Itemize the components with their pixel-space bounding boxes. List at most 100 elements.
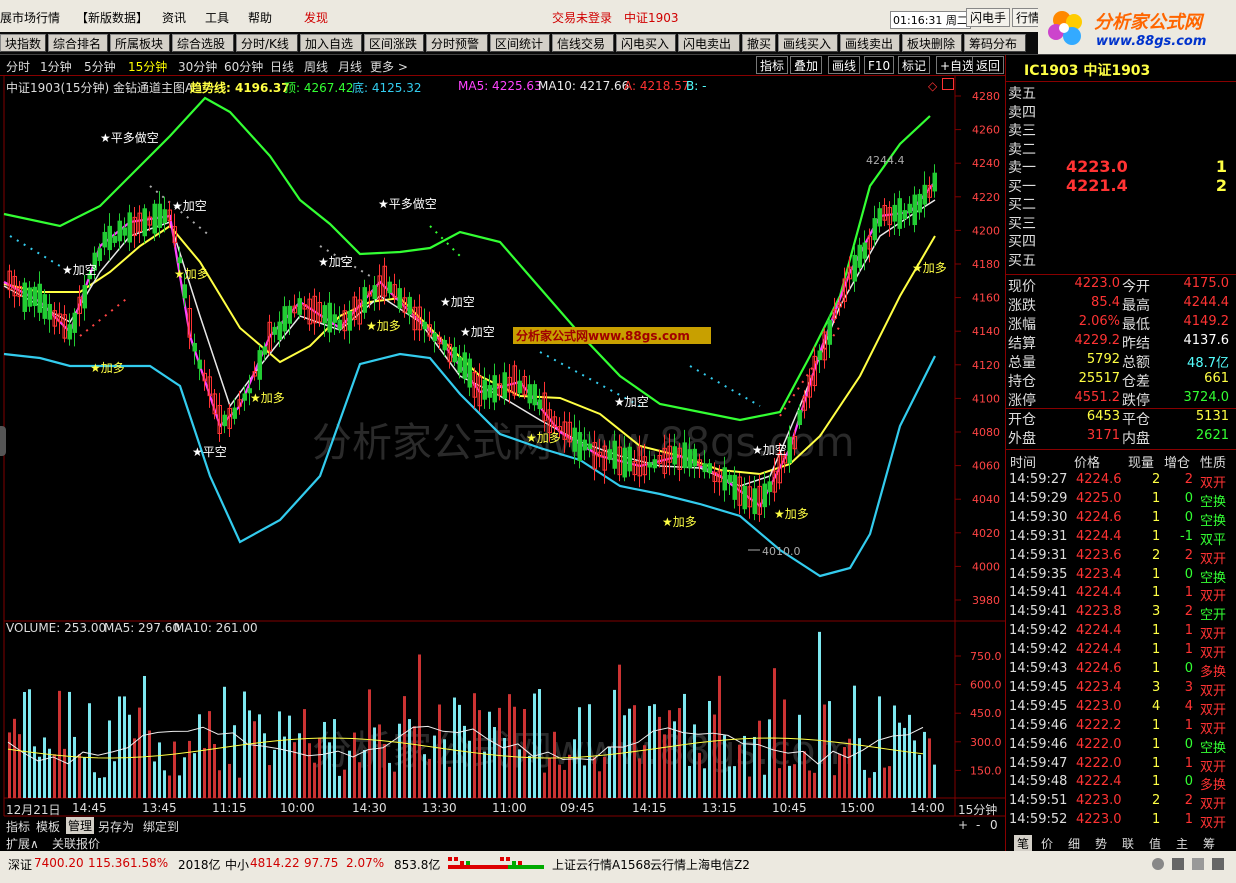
menu-discover[interactable]: 发现 — [304, 9, 328, 26]
tb-add-favorite[interactable]: 加入自选 — [300, 34, 362, 52]
period-tab-5m[interactable]: 5分钟 — [84, 58, 116, 75]
tb-range-change[interactable]: 区间涨跌 — [364, 34, 424, 52]
volume-bar — [458, 704, 461, 798]
order-book-row[interactable]: 卖二 — [1006, 139, 1236, 158]
login-status[interactable]: 交易未登录 — [552, 9, 612, 26]
volume-bar — [418, 654, 421, 798]
order-book-row[interactable]: 卖五 — [1006, 83, 1236, 102]
related-quote-tab[interactable]: 关联报价 — [52, 835, 100, 852]
tb-draw-sell[interactable]: 画线卖出 — [840, 34, 900, 52]
quote-panel-tab[interactable]: 联 — [1122, 835, 1134, 852]
menu-market[interactable]: 展市场行情 — [0, 9, 60, 26]
period-tab-15m[interactable]: 15分钟 — [128, 58, 167, 75]
period-tab-week[interactable]: 周线 — [304, 58, 328, 75]
tab-bind-to[interactable]: 绑定到 — [143, 818, 179, 835]
quote-panel-tab[interactable]: 筹 — [1203, 835, 1215, 852]
order-book-row[interactable]: 卖一 4223.0 1 — [1006, 157, 1236, 176]
trade-list[interactable]: 14:59:27 4224.6 2 2 双开 14:59:29 4225.0 1 0 空换 14:5… — [1006, 472, 1236, 832]
zoom-in-icon[interactable]: + — [958, 818, 968, 832]
quote-panel-tab[interactable]: 势 — [1095, 835, 1107, 852]
volume-bar — [303, 709, 306, 798]
period-tabs: 分时 1分钟 5分钟 15分钟 30分钟 60分钟 日线 周线 月线 更多 > … — [0, 55, 1005, 76]
collapse-handle[interactable] — [0, 426, 6, 456]
quote-panel-tab[interactable]: 值 — [1149, 835, 1161, 852]
tb-line-trade[interactable]: 信线交易 — [552, 34, 614, 52]
tb-kline[interactable]: 分时/K线 — [236, 34, 298, 52]
trade-price: 4223.0 — [1076, 698, 1122, 714]
signal-sell: ★加空 — [460, 325, 495, 339]
order-book-row[interactable]: 买五 — [1006, 250, 1236, 269]
volume-bar — [588, 704, 591, 798]
quote-panel-tab[interactable]: 笔 — [1014, 835, 1033, 852]
mark-button[interactable]: 标记 — [898, 56, 931, 74]
quote-panel-tab[interactable]: 细 — [1068, 835, 1080, 852]
price-tick-label: 4280 — [972, 90, 1000, 103]
period-tab-intraday[interactable]: 分时 — [6, 58, 30, 75]
indicator-button[interactable]: 指标 — [756, 56, 789, 74]
tb-chip-dist[interactable]: 筹码分布 — [964, 34, 1026, 52]
trade-price: 4223.0 — [1076, 812, 1122, 828]
kline-chart[interactable]: 4280 4260 4240 4220 4200 4180 4160 4140 4120 4100… — [0, 76, 1005, 834]
tb-flash-sell[interactable]: 闪电卖出 — [678, 34, 740, 52]
tab-manage[interactable]: 管理 — [66, 817, 95, 834]
period-tab-60m[interactable]: 60分钟 — [224, 58, 263, 75]
reset-zoom-icon[interactable]: 0 — [990, 818, 998, 832]
stat-value: 4223.0 — [1074, 276, 1121, 291]
min-price-label: 4010.0 — [762, 545, 801, 558]
tb-stock-select[interactable]: 综合选股 — [172, 34, 234, 52]
expand-toggle[interactable]: 扩展∧ — [6, 835, 39, 852]
menu-new-data[interactable]: 【新版数据】 — [76, 9, 148, 26]
tb-draw-buy[interactable]: 画线买入 — [778, 34, 838, 52]
period-tab-1m[interactable]: 1分钟 — [40, 58, 72, 75]
period-tab-more[interactable]: 更多 > — [370, 58, 408, 75]
overlay-button[interactable]: 叠加 — [790, 56, 823, 74]
f10-button[interactable]: F10 — [864, 56, 895, 74]
candle — [572, 427, 577, 452]
menu-tools[interactable]: 工具 — [205, 9, 229, 26]
back-button[interactable]: 返回 — [972, 56, 1005, 74]
order-book-row[interactable]: 买二 — [1006, 194, 1236, 213]
square-icon[interactable] — [942, 78, 954, 90]
quote-panel-tab[interactable]: 主 — [1176, 835, 1188, 852]
tb-sector[interactable]: 所属板块 — [110, 34, 170, 52]
order-book-row[interactable]: 卖四 — [1006, 102, 1236, 121]
order-book-row[interactable]: 买四 — [1006, 231, 1236, 250]
tb-flash-buy[interactable]: 闪电买入 — [616, 34, 676, 52]
cloud-quote-2[interactable]: 云行情上海电信Z2 — [650, 856, 750, 873]
menu-help[interactable]: 帮助 — [248, 9, 272, 26]
candle — [922, 184, 927, 205]
quote-panel-tab[interactable]: 价 — [1041, 835, 1053, 852]
volume-bar — [358, 762, 361, 798]
trade-qty: 2 — [1152, 547, 1161, 563]
tb-block-index[interactable]: 块指数 — [0, 34, 46, 52]
stat-value: 6453 — [1086, 409, 1120, 424]
volume-bar — [98, 777, 101, 798]
order-qty: 1 — [1215, 157, 1227, 176]
order-book-row[interactable]: 买一 4221.4 2 — [1006, 176, 1236, 195]
volume-bar — [388, 762, 391, 798]
tb-block-delete[interactable]: 板块删除 — [902, 34, 962, 52]
period-tab-day[interactable]: 日线 — [270, 58, 294, 75]
tb-alert[interactable]: 分时预警 — [426, 34, 488, 52]
order-book-row[interactable]: 买三 — [1006, 213, 1236, 232]
menu-news[interactable]: 资讯 — [162, 9, 186, 26]
volume-bar — [448, 766, 451, 798]
zoom-out-icon[interactable]: - — [976, 818, 980, 832]
tab-indicator[interactable]: 指标 — [6, 818, 30, 835]
stats-row: 现价 4223.0 今开 4175.0 — [1006, 276, 1236, 295]
tab-save-as[interactable]: 另存为 — [98, 818, 134, 835]
tab-template[interactable]: 模板 — [36, 818, 60, 835]
order-book-row[interactable]: 卖三 — [1006, 120, 1236, 139]
volume-bar — [598, 771, 601, 798]
tb-range-stats[interactable]: 区间统计 — [490, 34, 550, 52]
stat-value: 2621 — [1195, 428, 1229, 443]
tb-cancel-buy[interactable]: 撤买 — [742, 34, 776, 52]
flash-trade-button[interactable]: 闪电手 — [966, 8, 1011, 27]
draw-line-button[interactable]: 画线 — [828, 56, 861, 74]
period-tab-month[interactable]: 月线 — [338, 58, 362, 75]
stat-value: 25517 — [1078, 371, 1120, 386]
tb-rank[interactable]: 综合排名 — [48, 34, 108, 52]
period-tab-30m[interactable]: 30分钟 — [178, 58, 217, 75]
volume-bar — [533, 693, 536, 798]
cloud-quote-1[interactable]: 上证云行情A1568 — [552, 856, 651, 873]
